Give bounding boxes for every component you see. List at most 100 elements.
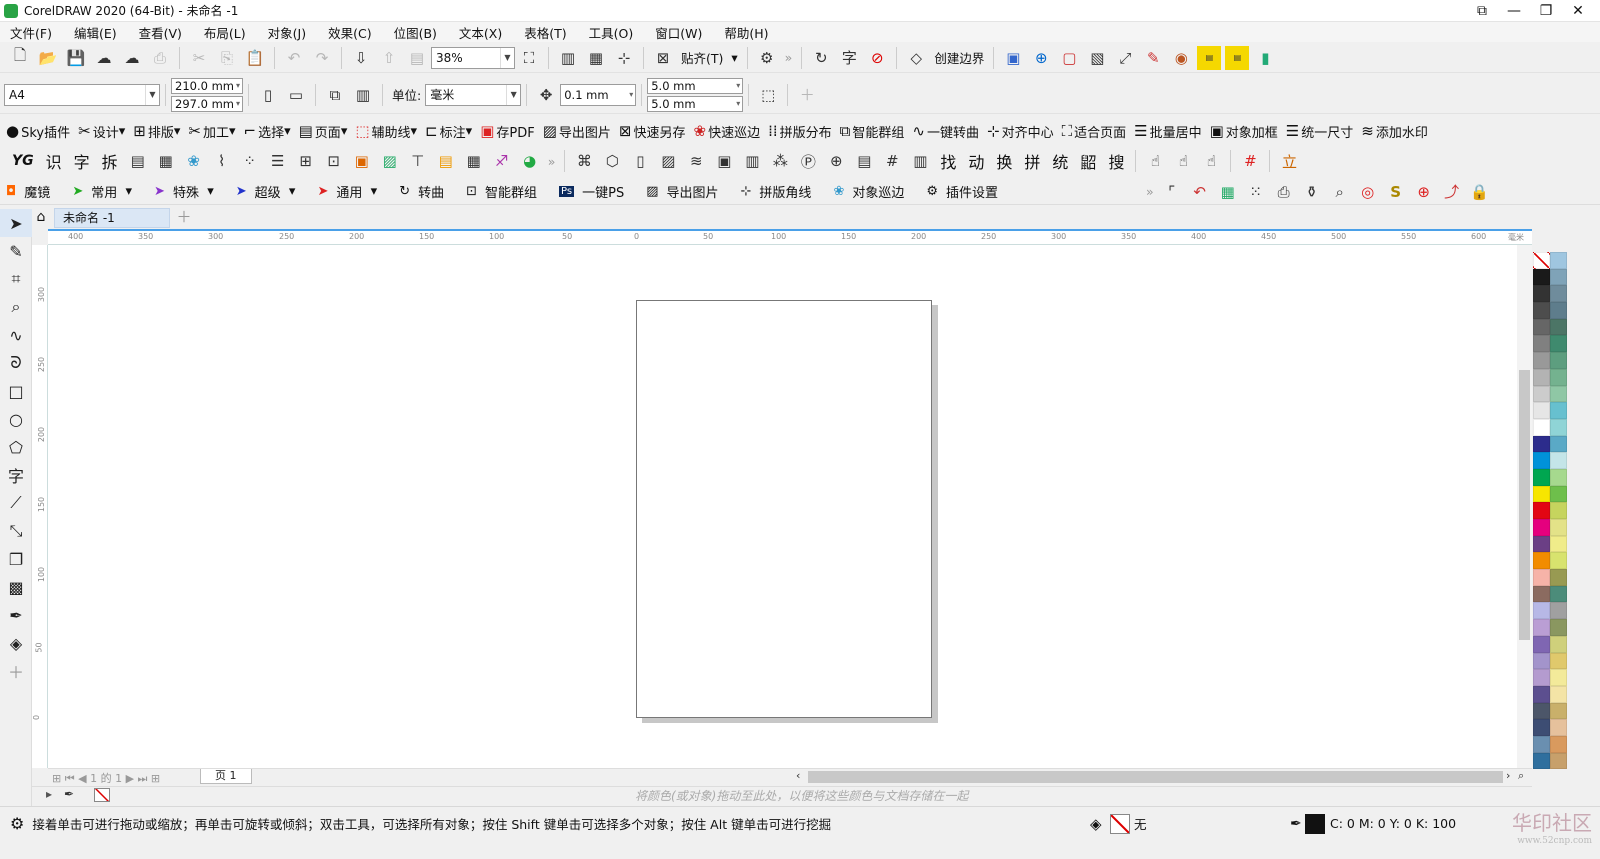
treat-as-filled-icon[interactable]: ⬚	[756, 83, 780, 107]
import-icon[interactable]: ⇩	[349, 46, 373, 70]
zoom-small-icon[interactable]: ⌕	[1518, 769, 1524, 783]
color-swatch[interactable]	[1550, 302, 1567, 319]
plugin-a-icon[interactable]: ▣	[1001, 46, 1025, 70]
tool-d-icon[interactable]: ⌇	[210, 149, 234, 173]
create-boundary-icon[interactable]: ◇	[904, 46, 928, 70]
export-image-button[interactable]: ▨ 导出图片	[646, 182, 718, 201]
sky-annotate-button[interactable]: ⊏ 标注 ▾	[425, 122, 472, 141]
tool-b-icon[interactable]: ▦	[154, 149, 178, 173]
sky-save-pdf-button[interactable]: ▣ 存PDF	[480, 122, 535, 141]
color-swatch[interactable]	[1533, 402, 1550, 419]
common-dropdown[interactable]: ➤ 常用 ▾	[72, 182, 132, 201]
more-chevron-icon[interactable]: »	[1146, 184, 1154, 199]
duplicate-x-input[interactable]: 5.0 mm	[647, 77, 744, 94]
drawing-canvas[interactable]	[48, 245, 1517, 768]
color-swatch[interactable]	[1550, 452, 1567, 469]
color-swatch[interactable]	[1533, 619, 1550, 636]
menu-edit[interactable]: 编辑(E)	[63, 23, 128, 42]
outline-color-swatch[interactable]	[1305, 813, 1325, 834]
color-swatch[interactable]	[1533, 752, 1550, 770]
color-swatch[interactable]	[1550, 252, 1567, 269]
color-swatch[interactable]	[1550, 435, 1567, 453]
color-swatch[interactable]	[1533, 735, 1550, 753]
page-a4[interactable]	[636, 300, 932, 718]
sky-object-frame-button[interactable]: ▣ 对象加框	[1210, 122, 1278, 141]
color-swatch[interactable]	[1533, 702, 1550, 720]
plugin-b-icon[interactable]: ⊕	[1029, 46, 1053, 70]
color-swatch[interactable]	[1533, 268, 1550, 286]
options-gear-icon[interactable]: ⚙	[755, 46, 779, 70]
tool-a-icon[interactable]: ▤	[126, 149, 150, 173]
new-document-icon[interactable]: 🗋	[8, 46, 32, 70]
color-swatch[interactable]	[1533, 635, 1550, 653]
menu-effects[interactable]: 效果(C)	[317, 23, 382, 42]
sky-watermark-button[interactable]: ≋ 添加水印	[1361, 122, 1428, 141]
no-color-swatch[interactable]	[1533, 252, 1550, 269]
color-swatch[interactable]	[1533, 535, 1550, 553]
home-icon[interactable]: ⌂	[32, 209, 50, 227]
color-swatch[interactable]	[1550, 352, 1567, 369]
cut-icon[interactable]: ✂	[187, 46, 211, 70]
plugin-j-icon[interactable]: ▮	[1253, 46, 1277, 70]
color-swatch[interactable]	[1533, 418, 1550, 436]
pick-tool-icon[interactable]: ➤	[0, 209, 32, 237]
color-swatch[interactable]	[1533, 385, 1550, 403]
plugin-d-icon[interactable]: ▧	[1085, 46, 1109, 70]
plugin-f-icon[interactable]: ✎	[1141, 46, 1165, 70]
pdf-icon[interactable]: ▤	[405, 46, 429, 70]
account-icon[interactable]: ⧉	[1466, 0, 1498, 21]
rectangle-tool-icon[interactable]: □	[0, 377, 32, 405]
char-button-7[interactable]: 统	[1052, 149, 1068, 173]
menu-object[interactable]: 对象(J)	[257, 23, 317, 42]
tool-l-icon[interactable]: ▤	[434, 149, 458, 173]
menu-bitmaps[interactable]: 位图(B)	[383, 23, 448, 42]
tool-h-icon[interactable]: ⊡	[322, 149, 346, 173]
tab-untitled-1[interactable]: 未命名 -1	[54, 208, 170, 228]
color-swatch[interactable]	[1533, 569, 1550, 586]
tool-j-icon[interactable]: ▨	[378, 149, 402, 173]
polygon-tool-icon[interactable]: ⬠	[0, 433, 32, 461]
plugin-settings-button[interactable]: ⚙ 插件设置	[926, 182, 998, 201]
plugin-g-icon[interactable]: ◉	[1169, 46, 1193, 70]
current-page-icon[interactable]: ▥	[351, 83, 375, 107]
page-nav-icons[interactable]: ⊞ ⏮ ◀ 1 的 1 ▶ ⏭ ⊞	[52, 770, 160, 786]
close-button[interactable]: ✕	[1562, 0, 1594, 21]
color-swatch[interactable]	[1533, 519, 1550, 536]
magic-mirror-button[interactable]: ◘ 魔镜	[6, 182, 50, 201]
hscroll-left-icon[interactable]: ‹	[796, 769, 800, 782]
zoom-tool-icon[interactable]: ⌕	[0, 293, 32, 321]
color-swatch[interactable]	[1533, 552, 1550, 570]
color-swatch[interactable]	[1533, 352, 1550, 369]
super-dropdown[interactable]: ➤ 超级 ▾	[236, 182, 296, 201]
tool-z-icon[interactable]: ▤	[852, 149, 876, 173]
color-swatch[interactable]	[1550, 752, 1567, 770]
tool-f-icon[interactable]: ☰	[266, 149, 290, 173]
crop-tool-icon[interactable]: ⌗	[0, 265, 32, 293]
registration-icon[interactable]: ⊕	[1412, 180, 1436, 204]
plugin-c-icon[interactable]: ▢	[1057, 46, 1081, 70]
eyedropper-tool-icon[interactable]: ✒	[0, 601, 32, 629]
hand-a-icon[interactable]: ☝	[1143, 149, 1167, 173]
minimize-button[interactable]: —	[1498, 0, 1530, 21]
tool-e-icon[interactable]: ⁘	[238, 149, 262, 173]
page-width-input[interactable]: 210.0 mm	[171, 77, 243, 94]
color-swatch[interactable]	[1533, 285, 1550, 303]
drop-shadow-icon[interactable]: ❐	[0, 545, 32, 573]
char-button-4[interactable]: 动	[968, 149, 984, 173]
ellipse-tool-icon[interactable]: ○	[0, 405, 32, 433]
char-button-1[interactable]: 字	[74, 149, 90, 173]
shape-tool-icon[interactable]: ✎	[0, 237, 32, 265]
sky-select-button[interactable]: ⌐ 选择 ▾	[243, 122, 290, 141]
hscroll-right-icon[interactable]: ›	[1506, 769, 1510, 782]
color-swatch[interactable]	[1533, 368, 1550, 386]
settings-gear-icon[interactable]: ⚙	[10, 814, 24, 833]
tool-i-icon[interactable]: ▣	[350, 149, 374, 173]
sky-batch-center-button[interactable]: ☰ 批量居中	[1134, 122, 1201, 141]
color-swatch[interactable]	[1533, 652, 1550, 670]
landscape-icon[interactable]: ▭	[284, 83, 308, 107]
tool-v-icon[interactable]: ▥	[740, 149, 764, 173]
vertical-scrollbar[interactable]	[1517, 245, 1532, 768]
plugin-e-icon[interactable]: ⤢	[1113, 46, 1137, 70]
nudge-input[interactable]: 0.1 mm	[560, 83, 637, 106]
snap-off-icon[interactable]: ⊠	[651, 46, 675, 70]
